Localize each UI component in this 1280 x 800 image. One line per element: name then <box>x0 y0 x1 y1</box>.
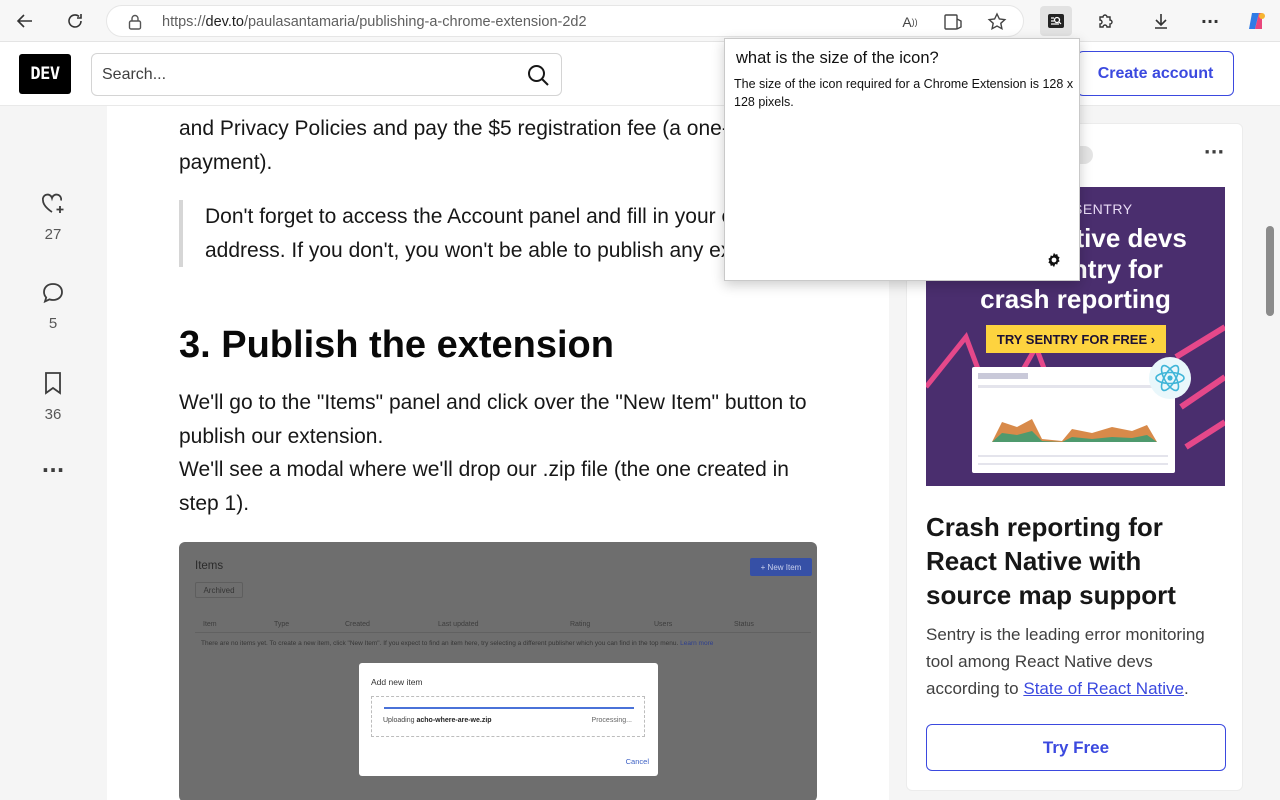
ad-more-button[interactable]: ··· <box>1201 141 1227 163</box>
comment-reaction[interactable]: 5 <box>33 281 73 332</box>
scrollbar-thumb[interactable] <box>1266 226 1274 316</box>
dev-logo[interactable]: DEV <box>19 54 71 94</box>
browser-toolbar: https://dev.to/paulasantamaria/publishin… <box>0 0 1280 42</box>
search-input[interactable] <box>92 54 512 95</box>
extensions-button[interactable] <box>1090 6 1122 36</box>
embed-new-item-button: + New Item <box>750 558 812 576</box>
back-button[interactable] <box>9 6 41 36</box>
more-dots-icon: ··· <box>1200 11 1220 31</box>
more-actions-button[interactable]: ··· <box>33 458 73 482</box>
embed-column-header: Created <box>345 621 370 628</box>
popup-question: what is the size of the icon? <box>736 49 939 67</box>
popup-answer: The size of the icon required for a Chro… <box>734 77 1074 109</box>
embed-drop-zone: Uploading acho-where-are-we.zip Processi… <box>371 696 645 737</box>
ad-dashboard-preview <box>972 367 1175 473</box>
copilot-button[interactable] <box>1241 6 1273 36</box>
popup-settings-button[interactable] <box>1044 250 1064 270</box>
embed-column-header: Rating <box>570 621 591 628</box>
embed-processing-text: Processing... <box>591 717 632 724</box>
heart-plus-icon <box>41 193 64 213</box>
article-paragraph: We'll go to the "Items" panel and click … <box>179 391 807 448</box>
more-dots-icon: ··· <box>41 458 65 482</box>
embed-divider <box>195 632 811 633</box>
download-icon <box>1155 14 1167 29</box>
try-free-button[interactable]: Try Free <box>926 724 1226 771</box>
ad-cta-button[interactable]: TRY SENTRY FOR FREE › <box>986 325 1166 353</box>
url-text: https://dev.to/paulasantamaria/publishin… <box>162 14 587 30</box>
comment-count: 5 <box>48 315 58 332</box>
favorite-star-icon[interactable] <box>984 10 1010 34</box>
extension-popup: what is the size of the icon? The size o… <box>724 38 1080 281</box>
downloads-button[interactable] <box>1145 6 1177 36</box>
embed-cancel-link: Cancel <box>625 757 649 766</box>
embed-archived-tab: Archived <box>195 582 243 598</box>
react-logo-icon <box>1149 357 1191 399</box>
embed-column-header: Type <box>274 621 290 628</box>
extension-button-active[interactable] <box>1040 6 1072 36</box>
create-account-button[interactable]: Create account <box>1077 51 1234 96</box>
bookmark-count: 36 <box>44 406 62 423</box>
address-bar[interactable]: https://dev.to/paulasantamaria/publishin… <box>106 5 1024 37</box>
embed-empty-message: There are no items yet. To create a new … <box>201 640 714 647</box>
embed-column-header: Item <box>203 621 217 628</box>
embed-items-title: Items <box>195 560 224 572</box>
ad-brand: SENTRY <box>1073 201 1133 217</box>
refresh-button[interactable] <box>59 6 91 36</box>
section-heading: 3. Publish the extension <box>179 324 614 366</box>
article-paragraph: We'll see a modal where we'll drop our .… <box>179 458 789 515</box>
more-dots-icon: ··· <box>1203 141 1225 163</box>
back-arrow-icon <box>16 14 32 28</box>
embed-modal-title: Add new item <box>371 677 423 687</box>
ad-link[interactable]: State of React Native <box>1023 679 1184 698</box>
ad-title[interactable]: Crash reporting for React Native with so… <box>926 510 1226 612</box>
browser-menu-button[interactable]: ··· <box>1194 6 1226 36</box>
ad-description: Sentry is the leading error monitoring t… <box>926 625 1205 698</box>
refresh-icon <box>68 14 82 28</box>
page-search-icon <box>1048 14 1064 28</box>
embed-uploading-text: Uploading acho-where-are-we.zip <box>383 717 492 724</box>
like-count: 27 <box>44 226 62 243</box>
site-header: DEV Create account <box>0 42 1280 106</box>
immersive-reader-icon[interactable] <box>940 10 966 34</box>
search-button[interactable] <box>523 60 553 90</box>
comment-icon <box>43 283 63 304</box>
embed-column-header: Last updated <box>438 621 479 628</box>
like-reaction[interactable]: 27 <box>33 192 73 243</box>
embed-column-header: Status <box>734 621 754 628</box>
article-screenshot[interactable]: Items + New Item Archived Item Type Crea… <box>179 542 817 800</box>
search-icon <box>528 65 549 86</box>
gear-icon <box>1048 252 1060 268</box>
embed-column-header: Users <box>654 621 673 628</box>
lock-icon <box>127 13 143 35</box>
page-scrollbar[interactable] <box>1262 106 1280 800</box>
embed-upload-progress <box>384 707 634 709</box>
copilot-icon <box>1249 13 1265 29</box>
puzzle-icon <box>1099 14 1113 28</box>
bookmark-icon <box>45 372 61 395</box>
read-aloud-icon[interactable]: A)) <box>897 10 923 34</box>
embed-add-item-modal: Add new item Uploading acho-where-are-we… <box>359 663 658 776</box>
search-box <box>91 53 562 96</box>
bookmark-reaction[interactable]: 36 <box>33 370 73 423</box>
